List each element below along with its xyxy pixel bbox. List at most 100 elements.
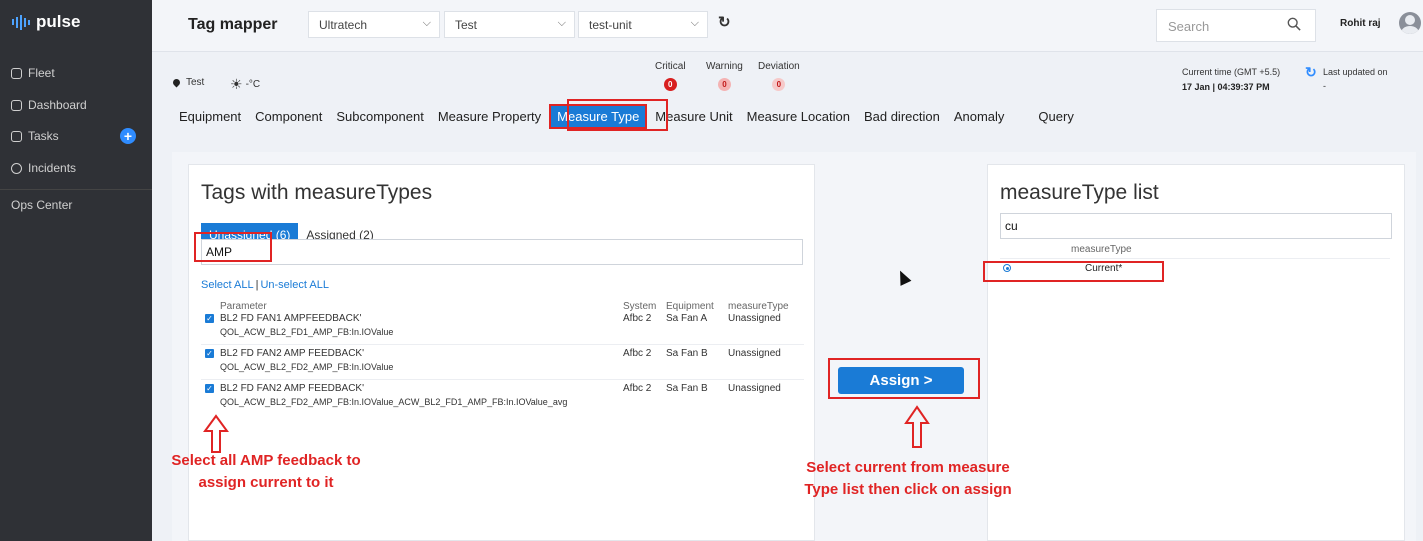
row-equipment: Sa Fan B	[666, 348, 708, 359]
annotation-right: Select current from measure Type list th…	[780, 457, 1036, 501]
warning-count-badge: 0	[717, 78, 731, 91]
user-name[interactable]: Rohit raj	[1340, 18, 1381, 29]
unselect-all-link[interactable]: Un-select ALL	[260, 279, 328, 291]
dashboard-icon	[11, 99, 22, 111]
table-row[interactable]: ✓ BL2 FD FAN2 AMP FEEDBACK' QOL_ACW_BL2_…	[201, 380, 804, 415]
select-all-link[interactable]: Select ALL	[201, 279, 254, 291]
add-task-button[interactable]: +	[120, 128, 136, 144]
sun-icon: ☀	[230, 76, 243, 92]
chevron-down-icon: ⌵	[690, 17, 699, 29]
sidebar-item-label: Fleet	[28, 66, 55, 80]
row-system: Afbc 2	[623, 313, 652, 324]
deviation-label: Deviation	[758, 61, 800, 72]
measuretype-panel-title: measureType list	[1000, 181, 1159, 204]
temperature: -°C	[245, 79, 261, 90]
row-checkbox[interactable]: ✓	[205, 349, 214, 358]
link-separator: |	[255, 279, 259, 291]
warning-label: Warning	[706, 61, 743, 72]
list-item-current[interactable]: Current*	[1085, 263, 1122, 274]
annotation-left-line1: Select all AMP feedback to	[171, 452, 361, 469]
tab-equipment[interactable]: Equipment	[173, 105, 247, 128]
measuretype-filter-input[interactable]: cu	[1000, 213, 1392, 239]
pulse-logo-icon	[12, 14, 30, 30]
col-header-measuretype-list: measureType	[1071, 244, 1132, 255]
sidebar-item-label: Incidents	[28, 161, 77, 175]
sidebar-item-dashboard[interactable]: Dashboard	[11, 98, 87, 112]
last-updated-label: Last updated on	[1323, 67, 1388, 77]
sidebar-item-tasks[interactable]: Tasks	[11, 129, 59, 143]
location-text: Test	[186, 77, 205, 88]
pulse-logo[interactable]: pulse	[12, 12, 80, 32]
tags-panel-title: Tags with measureTypes	[201, 181, 433, 204]
tab-measure-location[interactable]: Measure Location	[741, 105, 856, 128]
avatar[interactable]	[1399, 12, 1421, 34]
refresh-icon[interactable]: ↻	[718, 13, 731, 31]
row-checkbox[interactable]: ✓	[205, 384, 214, 393]
annotation-right-line2: Type list then click on assign	[804, 481, 1012, 498]
tag-filter-input[interactable]: AMP	[201, 239, 803, 265]
search-input[interactable]: Search	[1156, 9, 1316, 42]
list-divider	[1000, 258, 1390, 259]
row-measure-type: Unassigned	[728, 348, 781, 359]
chevron-down-icon: ⌵	[422, 17, 431, 29]
annotation-left-line2: assign current to it	[198, 474, 334, 491]
tab-subcomponent[interactable]: Subcomponent	[330, 105, 429, 128]
refresh-update-icon[interactable]: ↻	[1305, 64, 1317, 81]
row-system: Afbc 2	[623, 383, 652, 394]
unit-select[interactable]: test-unit ⌵	[578, 11, 708, 38]
company-select[interactable]: Ultratech ⌵	[308, 11, 440, 38]
tab-component[interactable]: Component	[249, 105, 328, 128]
last-updated-value: -	[1323, 81, 1326, 91]
page-title: Tag mapper	[188, 16, 278, 33]
critical-label: Critical	[655, 61, 686, 72]
sidebar-item-label: Tasks	[28, 129, 59, 143]
row-checkbox[interactable]: ✓	[205, 314, 214, 323]
warning-alerts[interactable]: Warning 0	[706, 61, 743, 91]
table-row[interactable]: ✓ BL2 FD FAN1 AMPFEEDBACK' QOL_ACW_BL2_F…	[201, 310, 804, 345]
company-select-value: Ultratech	[319, 18, 368, 32]
tab-bad-direction[interactable]: Bad direction	[858, 105, 946, 128]
current-radio[interactable]	[1003, 264, 1011, 272]
search-icon[interactable]	[1287, 17, 1301, 31]
location: Test	[171, 77, 205, 88]
tag-mapper-tabs: Equipment Component Subcomponent Measure…	[173, 101, 1082, 131]
critical-alerts[interactable]: Critical 0	[655, 61, 686, 91]
sidebar-item-incidents[interactable]: Incidents	[11, 161, 76, 175]
current-time-label: Current time (GMT +5.5)	[1182, 67, 1281, 77]
sidebar-item-fleet[interactable]: Fleet	[11, 66, 55, 80]
weather: ☀ -°C	[230, 76, 260, 93]
row-parameter-name: BL2 FD FAN1 AMPFEEDBACK'	[220, 313, 362, 324]
row-parameter-tag: QOL_ACW_BL2_FD1_AMP_FB:In.IOValue	[220, 327, 394, 337]
selection-links: Select ALL | Un-select ALL	[201, 279, 329, 291]
tab-measure-type[interactable]: Measure Type	[549, 103, 648, 129]
row-parameter-name: BL2 FD FAN2 AMP FEEDBACK'	[220, 383, 364, 394]
top-bar: Tag mapper Ultratech ⌵ Test ⌵ test-unit …	[152, 0, 1423, 52]
plant-select[interactable]: Test ⌵	[444, 11, 575, 38]
row-measure-type: Unassigned	[728, 313, 781, 324]
tab-query[interactable]: Query	[1032, 105, 1079, 128]
location-pin-icon	[171, 77, 182, 88]
row-parameter-tag: QOL_ACW_BL2_FD2_AMP_FB:In.IOValue_ACW_BL…	[220, 397, 568, 407]
sidebar-item-label: Dashboard	[28, 98, 87, 112]
critical-count-badge: 0	[663, 78, 677, 91]
assign-button[interactable]: Assign >	[838, 367, 964, 394]
row-equipment: Sa Fan B	[666, 383, 708, 394]
chevron-down-icon: ⌵	[557, 17, 566, 29]
sidebar-item-ops-center[interactable]: Ops Center	[11, 198, 72, 212]
tab-measure-property[interactable]: Measure Property	[432, 105, 547, 128]
fleet-icon	[11, 67, 22, 79]
measuretype-panel: measureType list cu	[987, 164, 1405, 541]
arrow-up-icon	[203, 414, 229, 453]
tab-anomaly[interactable]: Anomaly	[948, 105, 1011, 128]
sidebar: pulse Fleet Dashboard Tasks + Incidents …	[0, 0, 152, 541]
tab-measure-unit[interactable]: Measure Unit	[649, 105, 738, 128]
table-row[interactable]: ✓ BL2 FD FAN2 AMP FEEDBACK' QOL_ACW_BL2_…	[201, 345, 804, 380]
unit-select-value: test-unit	[589, 18, 632, 32]
deviation-alerts[interactable]: Deviation 0	[758, 61, 800, 91]
arrow-up-icon	[904, 405, 930, 448]
annotation-right-line1: Select current from measure	[806, 459, 1010, 476]
logo-text: pulse	[36, 12, 81, 31]
current-time: 17 Jan | 04:39:37 PM	[1182, 82, 1270, 92]
row-parameter-name: BL2 FD FAN2 AMP FEEDBACK'	[220, 348, 364, 359]
incidents-icon	[11, 162, 22, 174]
